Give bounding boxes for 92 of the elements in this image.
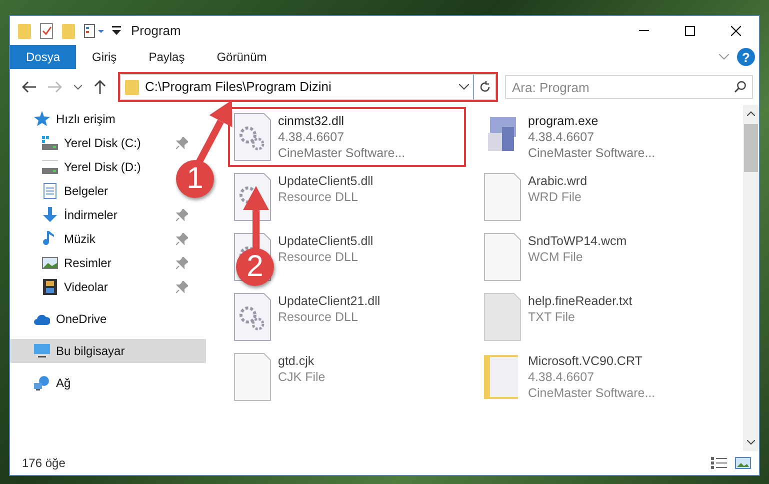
file-detail: 4.38.4.6607 [528,129,596,145]
file-icon [484,293,522,341]
file-detail: 4.38.4.6607 [528,369,596,385]
properties-icon [84,24,104,38]
maximize-icon [685,26,695,36]
file-name: Arabic.wrd [528,173,588,189]
document-icon [42,183,58,199]
sidebar-item[interactable]: Ağ [10,371,79,395]
file-name: program.exe [528,113,600,129]
dropdown-icon [459,84,469,90]
file-icon [234,353,272,401]
large-icons-view-button[interactable] [733,457,753,469]
sidebar-item[interactable]: Yerel Disk (D:) [10,155,149,179]
file-detail: CineMaster Software... [278,145,406,161]
file-name: UpdateClient21.dll [278,293,380,309]
file-name: UpdateClient5.dll [278,173,374,189]
item-count: 176 öğe [22,455,66,472]
folder-icon [18,22,32,38]
sidebar-item-label: Bu bilgisayar [56,343,125,360]
sidebar-item-label: Belgeler [64,183,108,200]
refresh-button[interactable] [474,74,496,100]
chevron-up-icon [747,111,755,116]
folder-icon [62,22,76,38]
sidebar-item-label: Videolar [64,279,108,296]
network-icon [34,375,50,391]
sidebar-item-label: Yerel Disk (D:) [64,159,141,176]
address-field[interactable]: C:\Program Files\Program Dizini [120,74,474,100]
scroll-thumb[interactable] [744,124,758,172]
sidebar-item-label: OneDrive [56,311,107,328]
sidebar-item-label: Ağ [56,375,71,392]
minimize-icon [639,30,649,31]
sidebar-item[interactable]: Bu bilgisayar [10,339,206,363]
file-detail: Resource DLL [278,309,359,325]
gear-file-icon [234,113,272,161]
sidebar-item-label: Resimler [64,255,112,272]
chevron-down-icon [74,84,82,90]
file-detail: CJK File [278,369,326,385]
highlighted-file-tile[interactable]: cinmst32.dll 4.38.4.6607 CineMaster Software... [228,107,466,167]
search-field[interactable]: Ara: Program [505,75,753,99]
ribbon-tab[interactable]: Paylaş [132,45,201,69]
file-detail: WCM File [528,249,584,265]
star-icon [34,111,50,127]
file-icon [484,233,522,281]
file-name: SndToWP14.wcm [528,233,627,249]
file-detail: CineMaster Software... [528,145,656,161]
address-path: C:\Program Files\Program Dizini [145,78,332,96]
ribbon-tab[interactable]: Görünüm [200,45,283,69]
film-icon [42,279,58,295]
file-name: Microsoft.VC90.CRT [528,353,644,369]
refresh-icon [478,81,490,93]
chevron-down-icon [747,440,755,445]
ribbon-tab[interactable]: Dosya [10,45,76,69]
drive-icon [42,159,58,175]
ribbon-tab[interactable]: Giriş [76,45,133,69]
sidebar-item[interactable]: Belgeler [10,179,116,203]
file-detail: 4.38.4.6607 [278,129,346,145]
monitor-icon [34,343,50,359]
sidebar-item[interactable]: Resimler [10,251,196,275]
checklist-icon [40,22,54,38]
close-icon [731,26,741,36]
sidebar-item[interactable]: OneDrive [10,307,115,331]
file-name: UpdateClient5.dll [278,233,374,249]
download-arrow-icon [42,207,58,223]
file-detail: CineMaster Software... [528,385,656,401]
sidebar-item-label: Yerel Disk (C:) [64,135,141,152]
customize-toolbar-icon [112,26,121,35]
sidebar-item[interactable]: Videolar [10,275,196,299]
folder-icon [125,79,139,95]
sidebar-item[interactable]: Yerel Disk (C:) [10,131,196,155]
drive-icon [42,135,58,151]
sidebar-item[interactable]: Hızlı erişim [10,107,124,131]
details-view-button[interactable] [709,457,729,469]
file-name: cinmst32.dll [278,113,345,129]
search-icon [734,81,746,93]
file-icon [484,173,522,221]
help-button[interactable]: ? [737,48,755,66]
file-name: gtd.cjk [278,353,316,369]
scrollbar[interactable] [743,105,759,451]
file-detail: WRD File [528,189,582,205]
collapse-ribbon-icon [719,54,729,60]
sidebar-item-label: Hızlı erişim [56,111,116,128]
gear-file-icon [234,293,272,341]
sidebar-item-label: Müzik [64,231,96,248]
picture-icon [42,255,58,271]
window-title: Program [131,22,181,40]
file-name: help.fineReader.txt [528,293,632,309]
sidebar-item[interactable]: İndirmeler [10,203,196,227]
file-detail: Resource DLL [278,189,359,205]
sidebar-item[interactable]: Müzik [10,227,196,251]
sidebar-item-label: İndirmeler [64,207,118,224]
file-detail: TXT File [528,309,576,325]
file-detail: Resource DLL [278,249,359,265]
